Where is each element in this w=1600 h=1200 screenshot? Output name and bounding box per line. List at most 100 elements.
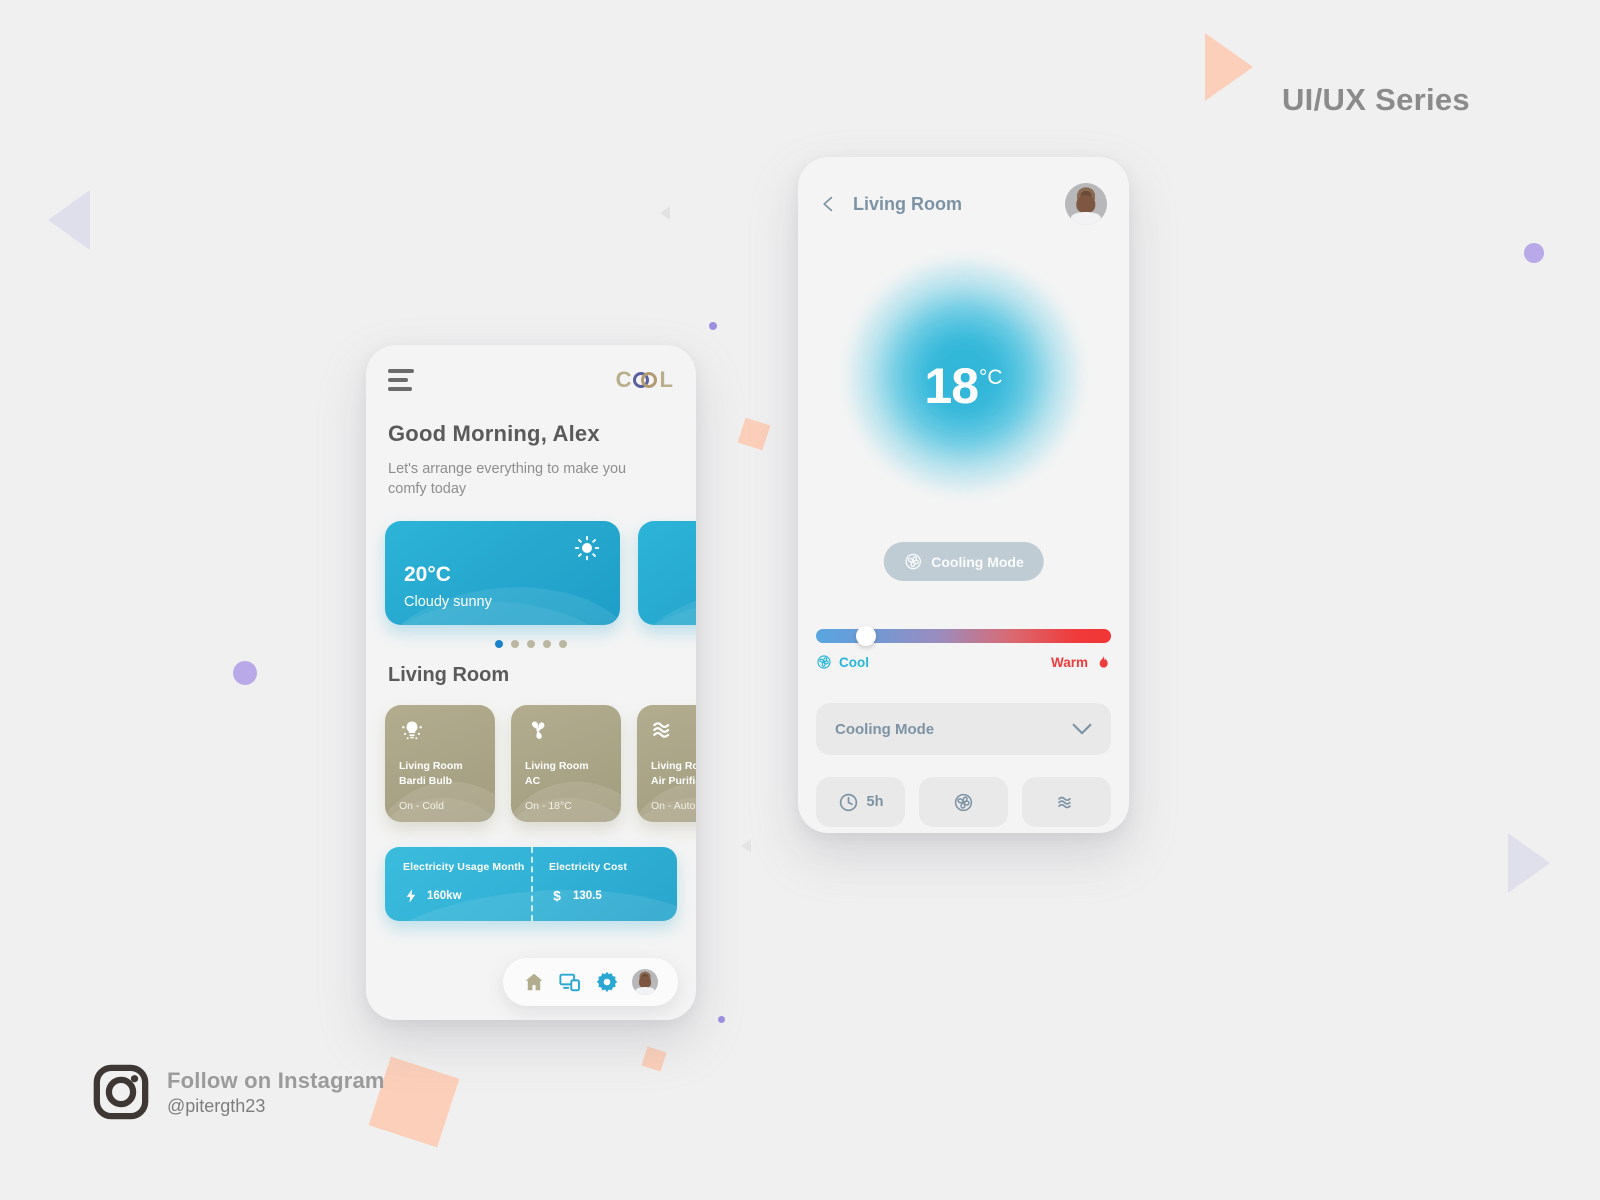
cool-logo: C L	[616, 367, 674, 393]
device-name-line2: Bardi Bulb	[399, 774, 453, 787]
stat-label: Electricity Usage Month	[403, 861, 525, 873]
carousel-dot[interactable]	[527, 640, 535, 648]
electricity-stats-card: Electricity Usage Month 160kw Electricit…	[385, 847, 677, 921]
slider-warm-label: Warm	[1050, 654, 1088, 670]
fan-icon	[954, 793, 973, 811]
decor-triangle-gray-small-3	[741, 839, 751, 853]
slider-warm-label-group: Warm	[1051, 654, 1111, 670]
flame-icon	[1099, 655, 1108, 668]
carousel-dot[interactable]	[495, 640, 503, 648]
stat-value: 160kw	[427, 890, 462, 902]
stat-usage: Electricity Usage Month 160kw	[385, 847, 531, 921]
sun-icon	[574, 535, 600, 561]
lightning-bolt-icon	[406, 889, 416, 903]
decor-triangle-gray-small-1	[660, 206, 670, 220]
timer-label: 5h	[866, 794, 884, 810]
section-title-living-room: Living Room	[388, 664, 510, 686]
device-name-line1: Living Room	[399, 760, 463, 772]
logo-double-o-icon	[632, 369, 660, 391]
current-mode-label: Cooling Mode	[931, 553, 1024, 570]
stat-label: Electricity Cost	[549, 861, 628, 873]
fan-icon	[904, 553, 921, 570]
devices-icon[interactable]	[559, 971, 581, 993]
decor-triangle-lavender-left	[48, 190, 90, 250]
phone-room-detail-screen: Living Room 18°C Cooling Mode Cool Warm …	[798, 157, 1129, 833]
decor-square-peach-1	[737, 417, 771, 451]
instagram-follow-label: Follow on Instagram	[167, 1067, 385, 1093]
greeting-block: Good Morning, Alex Let's arrange everyth…	[366, 393, 696, 499]
phone-home-screen: C L Good Morning, Alex Let's arrange eve…	[366, 345, 696, 1020]
avatar[interactable]	[631, 969, 658, 995]
slider-cool-label-group: Cool	[816, 654, 869, 670]
fan-icon	[817, 655, 831, 669]
device-card-bardi-bulb[interactable]: Living Room Bardi Bulb On - Cold	[385, 705, 495, 822]
air-wave-icon	[1058, 796, 1071, 808]
fan-icon	[531, 721, 545, 739]
svg-text:$: $	[553, 888, 561, 904]
mode-dropdown-label: Cooling Mode	[835, 720, 935, 738]
carousel-dot[interactable]	[511, 640, 519, 648]
weather-condition: Cloudy sunny	[404, 594, 492, 610]
logo-prefix: C	[615, 367, 633, 392]
weather-card[interactable]	[638, 521, 696, 625]
slider-thumb[interactable]	[856, 626, 877, 646]
light-bulb-icon	[402, 721, 422, 740]
weather-card[interactable]: 20°C Cloudy sunny	[385, 521, 620, 625]
temperature-readout: 18°C	[798, 357, 1129, 415]
slider-labels: Cool Warm	[816, 654, 1111, 670]
instagram-icon	[93, 1064, 149, 1120]
decor-triangle-peach-top	[1205, 33, 1253, 101]
air-flow-button[interactable]	[1022, 777, 1111, 827]
logo-suffix: L	[659, 367, 674, 392]
bottom-navigation-bar	[503, 958, 678, 1006]
detail-top-bar: Living Room	[798, 157, 1129, 225]
instagram-follow-block[interactable]: Follow on Instagram @pitergth23	[92, 1063, 385, 1121]
air-wave-icon	[653, 722, 670, 738]
slider-cool-label: Cool	[839, 654, 869, 670]
carousel-dot[interactable]	[559, 640, 567, 648]
device-list: Living Room Bardi Bulb On - Cold Living …	[366, 687, 696, 822]
device-name: Living Room Bardi Bulb	[399, 759, 463, 789]
decor-dot-purple-3	[709, 322, 717, 330]
dollar-icon: $	[553, 888, 561, 904]
page-title: UI/UX Series	[1282, 82, 1470, 117]
clock-icon	[839, 793, 857, 811]
chevron-down-icon[interactable]	[1072, 723, 1092, 735]
carousel-dots[interactable]	[366, 625, 696, 648]
avatar[interactable]	[1065, 183, 1107, 225]
weather-carousel[interactable]: 20°C Cloudy sunny	[366, 499, 696, 625]
card-wave-decor	[638, 594, 696, 625]
device-state: On - Auto	[651, 800, 696, 812]
fan-mode-button[interactable]	[919, 777, 1008, 827]
device-name: Living Room Air Purifier	[651, 759, 696, 789]
gear-icon[interactable]	[596, 971, 618, 993]
device-card-ac[interactable]: Living Room AC On - 18°C	[511, 705, 621, 822]
home-icon[interactable]	[523, 971, 545, 993]
timer-button[interactable]: 5h	[816, 777, 905, 827]
decor-dot-purple-2	[233, 661, 257, 685]
slider-track[interactable]	[816, 626, 1111, 646]
current-mode-pill[interactable]: Cooling Mode	[883, 542, 1044, 581]
device-state: On - 18°C	[525, 800, 572, 812]
device-name-line1: Living Room	[651, 760, 696, 772]
device-name-line2: Air Purifier	[651, 774, 696, 787]
stat-value: 130.5	[573, 890, 602, 902]
greeting-subtitle: Let's arrange everything to make you com…	[388, 461, 627, 497]
device-name-line2: AC	[525, 774, 541, 787]
chevron-left-icon[interactable]	[820, 191, 837, 217]
decor-dot-purple-5	[718, 1016, 725, 1023]
device-card-air-purifier[interactable]: Living Room Air Purifier On - Auto	[637, 705, 696, 822]
carousel-dot[interactable]	[543, 640, 551, 648]
temperature-slider[interactable]: Cool Warm	[816, 626, 1111, 670]
quick-action-row: 5h	[816, 777, 1111, 827]
device-state: On - Cold	[399, 800, 444, 812]
device-name-line1: Living Room	[525, 760, 589, 772]
hamburger-menu-icon[interactable]	[388, 369, 414, 391]
temperature-display: 18°C	[798, 225, 1129, 491]
stat-cost: Electricity Cost $ 130.5	[531, 847, 677, 921]
temperature-unit: °C	[979, 366, 1003, 389]
mode-dropdown[interactable]: Cooling Mode	[816, 703, 1111, 755]
device-name: Living Room AC	[525, 759, 589, 789]
decor-dot-purple-1	[1524, 243, 1544, 263]
instagram-handle: @pitergth23	[167, 1095, 266, 1116]
